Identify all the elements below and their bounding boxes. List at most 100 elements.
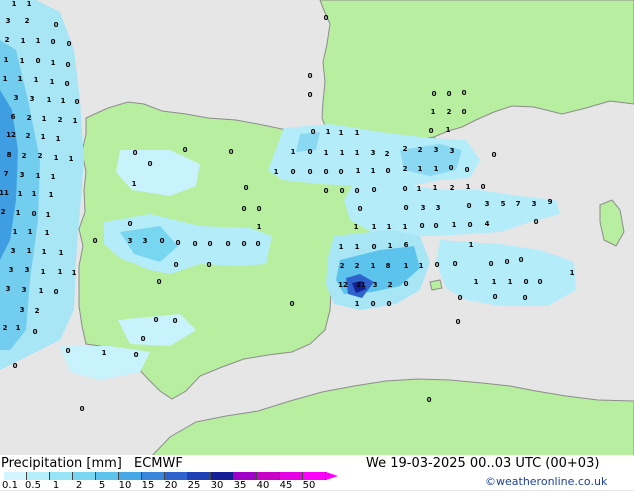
- value-label: 2: [38, 152, 43, 160]
- value-label: 2: [385, 150, 390, 158]
- value-label: 11: [0, 189, 9, 197]
- value-label: 3: [434, 146, 439, 154]
- value-label: 1: [45, 229, 50, 237]
- value-label: 0: [434, 222, 439, 230]
- value-label: 1: [404, 262, 409, 270]
- value-label: 1: [41, 268, 46, 276]
- value-label: 1: [51, 59, 56, 67]
- value-label: 0: [386, 167, 391, 175]
- value-label: 0: [371, 300, 376, 308]
- value-label: 0: [324, 168, 329, 176]
- value-label: 1: [16, 324, 21, 332]
- value-label: 0: [157, 278, 162, 286]
- value-label: 0: [435, 261, 440, 269]
- value-label: 2: [58, 116, 63, 124]
- value-label: 1: [326, 128, 331, 136]
- value-label: 0: [427, 396, 432, 404]
- value-label: 0: [290, 300, 295, 308]
- value-label: 0: [358, 205, 363, 213]
- value-label: 0: [339, 168, 344, 176]
- value-label: 3: [450, 147, 455, 155]
- value-label: 0: [174, 261, 179, 269]
- value-label: 3: [143, 237, 148, 245]
- value-label: 1: [36, 172, 41, 180]
- value-label: 2: [3, 324, 8, 332]
- value-label: 0: [183, 146, 188, 154]
- value-label: 3: [373, 281, 378, 289]
- value-label: 0: [54, 21, 59, 29]
- value-label: 2: [26, 132, 31, 140]
- value-label: 3: [6, 17, 11, 25]
- value-label: 1: [446, 126, 451, 134]
- value-label: 1: [36, 37, 41, 45]
- value-label: 5: [501, 200, 506, 208]
- value-label: 1: [46, 211, 51, 219]
- scale-cell: [234, 472, 257, 480]
- value-label: 1: [431, 108, 436, 116]
- scale-cell: [188, 472, 211, 480]
- value-label: 1: [39, 287, 44, 295]
- scale-label: 10: [118, 480, 132, 491]
- footer-credit: ©weatheronline.co.uk: [485, 475, 608, 488]
- value-label: 1: [419, 262, 424, 270]
- value-label: 1: [354, 223, 359, 231]
- value-label: 0: [141, 335, 146, 343]
- value-label: 1: [274, 168, 279, 176]
- value-label: 8: [386, 262, 391, 270]
- value-label: 1: [18, 190, 23, 198]
- value-label: 1: [570, 269, 575, 277]
- value-label: 1: [28, 228, 33, 236]
- value-label: 0: [66, 347, 71, 355]
- value-label: 1: [21, 37, 26, 45]
- value-label: 1: [42, 115, 47, 123]
- value-label: 0: [93, 237, 98, 245]
- value-label: 0: [13, 362, 18, 370]
- scale-arrow: [326, 472, 338, 480]
- value-label: 6: [11, 113, 16, 121]
- footer-title: Precipitation [mm]: [1, 456, 122, 471]
- value-label: 0: [308, 91, 313, 99]
- value-label: 9: [548, 198, 553, 206]
- value-label: 1: [355, 129, 360, 137]
- value-label: 3: [532, 200, 537, 208]
- value-label: 2: [403, 165, 408, 173]
- scale-label: 40: [256, 480, 270, 491]
- value-label: 0: [133, 149, 138, 157]
- value-label: 0: [458, 294, 463, 302]
- value-label: 0: [372, 243, 377, 251]
- value-label: 1: [42, 248, 47, 256]
- value-label: 1: [492, 278, 497, 286]
- value-label: 0: [468, 221, 473, 229]
- value-label: 1: [433, 184, 438, 192]
- value-label: 0: [493, 293, 498, 301]
- value-label: 0: [467, 202, 472, 210]
- value-label: 1: [508, 278, 513, 286]
- value-label: 3: [30, 95, 35, 103]
- scale-label: 35: [233, 480, 247, 491]
- value-label: 0: [447, 90, 452, 98]
- scale-label: 1: [52, 480, 60, 491]
- value-label: 0: [538, 278, 543, 286]
- scale-label: 0.5: [25, 480, 41, 491]
- value-label: 0: [66, 61, 71, 69]
- value-label: 0: [257, 205, 262, 213]
- value-label: 3: [421, 204, 426, 212]
- scale-label: 5: [98, 480, 106, 491]
- value-label: 2: [388, 281, 393, 289]
- value-label: 0: [404, 204, 409, 212]
- value-label: 2: [25, 17, 30, 25]
- value-label: 0: [372, 186, 377, 194]
- value-label: 1: [50, 78, 55, 86]
- scale-cell: [257, 472, 280, 480]
- value-label: 1: [56, 135, 61, 143]
- value-label: 0: [134, 351, 139, 359]
- scale-label: 20: [164, 480, 178, 491]
- value-label: 0: [176, 239, 181, 247]
- value-label: 21: [356, 281, 366, 289]
- value-label: 1: [16, 209, 21, 217]
- value-label: 0: [67, 40, 72, 48]
- value-label: 0: [242, 205, 247, 213]
- value-label: 3: [11, 247, 16, 255]
- value-label: 1: [51, 173, 56, 181]
- value-label: 2: [35, 307, 40, 315]
